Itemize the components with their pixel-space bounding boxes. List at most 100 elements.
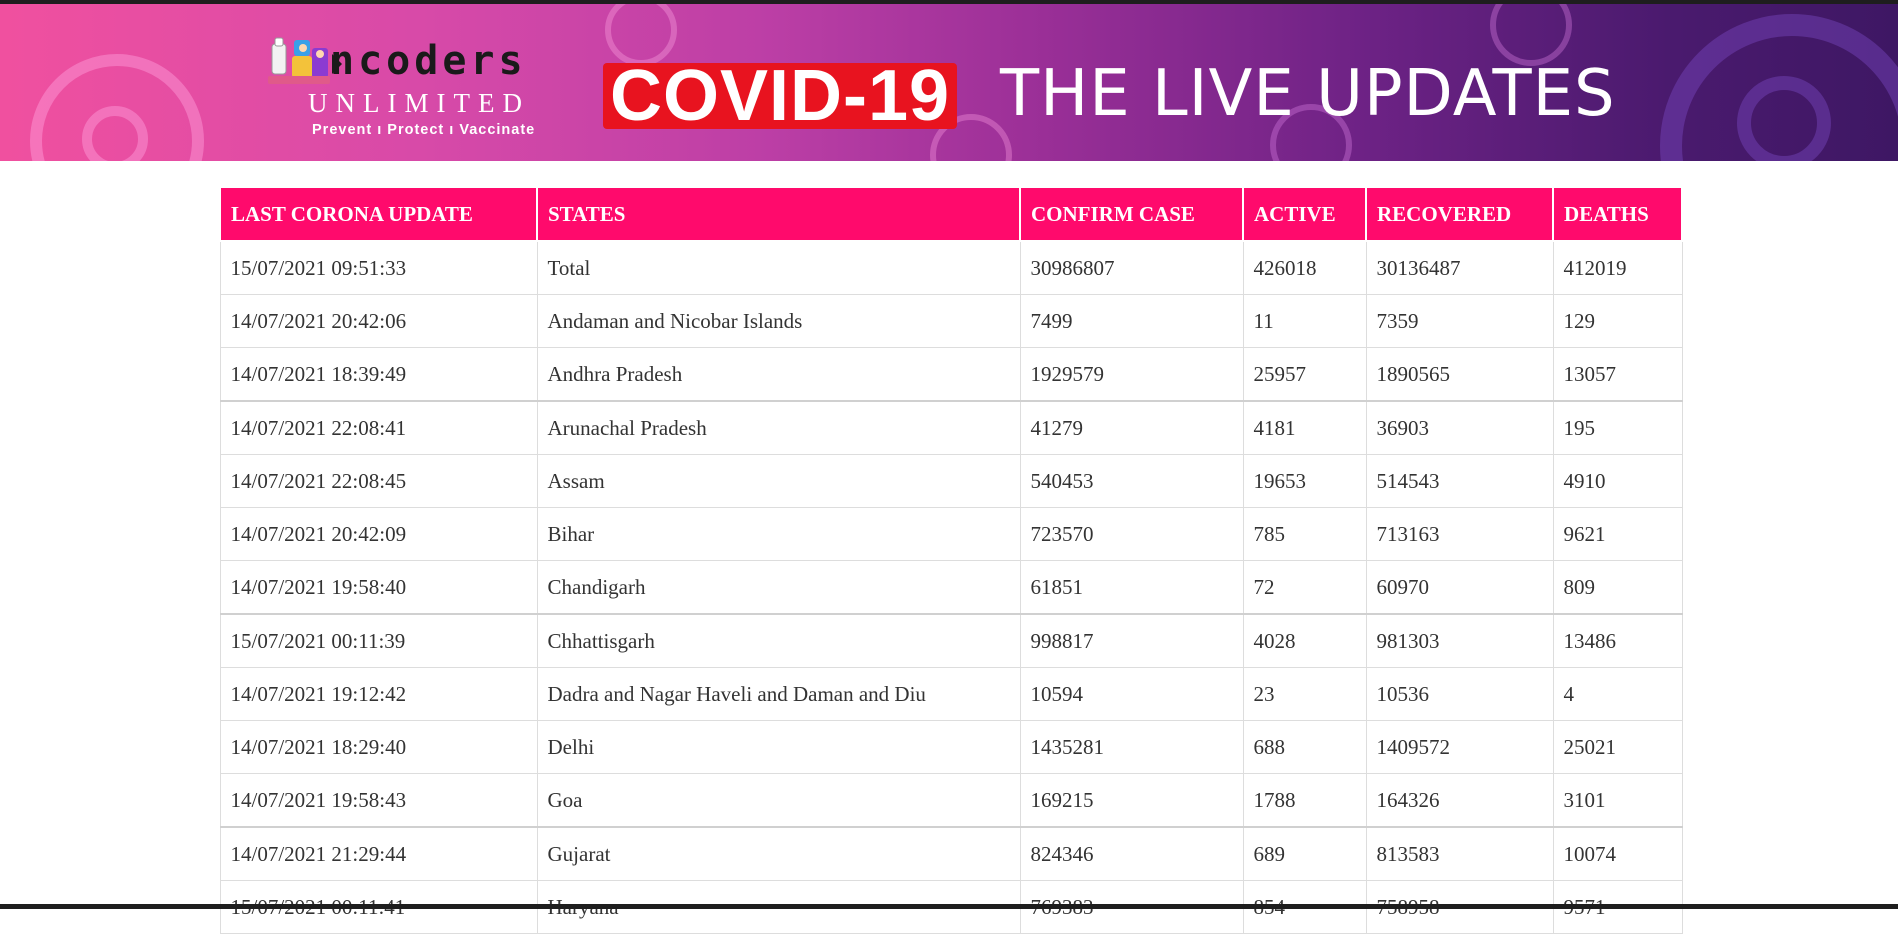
- cell-recovered: 60970: [1365, 560, 1554, 615]
- cell-confirm-case: 1929579: [1019, 347, 1244, 402]
- cell-recovered: 30136487: [1365, 240, 1554, 295]
- table-row: 14/07/2021 19:58:40 Chandigarh 61851 72 …: [219, 560, 1683, 615]
- cell-last-update: 14/07/2021 19:12:42: [219, 667, 538, 721]
- bottom-border: [0, 904, 1898, 909]
- table-row: 14/07/2021 19:12:42 Dadra and Nagar Have…: [219, 667, 1683, 721]
- cell-recovered: 164326: [1365, 773, 1554, 828]
- column-header-deaths: DEATHS: [1552, 186, 1683, 242]
- cell-recovered: 813583: [1365, 826, 1554, 881]
- column-header-confirm-case: CONFIRM CASE: [1019, 186, 1244, 242]
- covid-title-badge: COVID-19: [603, 56, 957, 136]
- covid-title: COVID-19: [609, 56, 951, 136]
- cell-state: Andhra Pradesh: [536, 347, 1021, 402]
- table-row: 14/07/2021 20:42:06 Andaman and Nicobar …: [219, 294, 1683, 348]
- cell-state: Assam: [536, 454, 1021, 508]
- cell-confirm-case: 7499: [1019, 294, 1244, 348]
- cell-active: 1788: [1242, 773, 1367, 828]
- cell-deaths: 129: [1552, 294, 1683, 348]
- cell-confirm-case: 1435281: [1019, 720, 1244, 774]
- cell-last-update: 14/07/2021 18:39:49: [219, 347, 538, 402]
- cell-recovered: 981303: [1365, 613, 1554, 668]
- table-row: 14/07/2021 18:29:40 Delhi 1435281 688 14…: [219, 720, 1683, 774]
- cell-confirm-case: 10594: [1019, 667, 1244, 721]
- virus-icon: [1660, 14, 1898, 161]
- cell-confirm-case: 998817: [1019, 613, 1244, 668]
- cell-last-update: 14/07/2021 20:42:09: [219, 507, 538, 561]
- cell-state: Gujarat: [536, 826, 1021, 881]
- cell-deaths: 4910: [1552, 454, 1683, 508]
- table-header-row: LAST CORONA UPDATE STATES CONFIRM CASE A…: [219, 186, 1683, 242]
- cell-recovered: 7359: [1365, 294, 1554, 348]
- site-logo[interactable]: ncoders UNLIMITED Prevent ı Protect ı Va…: [268, 30, 568, 140]
- table-row: 14/07/2021 22:08:45 Assam 540453 19653 5…: [219, 454, 1683, 508]
- cell-confirm-case: 723570: [1019, 507, 1244, 561]
- cell-active: 23: [1242, 667, 1367, 721]
- column-header-last-update: LAST CORONA UPDATE: [219, 186, 538, 242]
- cell-active: 785: [1242, 507, 1367, 561]
- cell-confirm-case: 824346: [1019, 826, 1244, 881]
- cell-active: 689: [1242, 826, 1367, 881]
- cell-last-update: 14/07/2021 22:08:41: [219, 400, 538, 455]
- cell-deaths: 195: [1552, 400, 1683, 455]
- logo-tagline: Prevent ı Protect ı Vaccinate: [312, 122, 536, 138]
- cell-last-update: 14/07/2021 21:29:44: [219, 826, 538, 881]
- cell-deaths: 809: [1552, 560, 1683, 615]
- cell-state: Chhattisgarh: [536, 613, 1021, 668]
- cell-recovered: 10536: [1365, 667, 1554, 721]
- cell-deaths: 10074: [1552, 826, 1683, 881]
- stats-table-container: LAST CORONA UPDATE STATES CONFIRM CASE A…: [219, 186, 1683, 934]
- cell-active: 426018: [1242, 240, 1367, 295]
- cell-recovered: 36903: [1365, 400, 1554, 455]
- cell-active: 72: [1242, 560, 1367, 615]
- table-row: 14/07/2021 21:29:44 Gujarat 824346 689 8…: [219, 826, 1683, 881]
- cell-active: 19653: [1242, 454, 1367, 508]
- cell-active: 688: [1242, 720, 1367, 774]
- cell-confirm-case: 540453: [1019, 454, 1244, 508]
- cell-confirm-case: 30986807: [1019, 240, 1244, 295]
- cell-recovered: 713163: [1365, 507, 1554, 561]
- cell-deaths: 412019: [1552, 240, 1683, 295]
- cell-last-update: 14/07/2021 19:58:40: [219, 560, 538, 615]
- cell-state: Dadra and Nagar Haveli and Daman and Diu: [536, 667, 1021, 721]
- cell-recovered: 1890565: [1365, 347, 1554, 402]
- cell-state: Total: [536, 240, 1021, 295]
- cell-deaths: 9621: [1552, 507, 1683, 561]
- cell-deaths: 13486: [1552, 613, 1683, 668]
- cell-last-update: 14/07/2021 20:42:06: [219, 294, 538, 348]
- logo-subtitle: UNLIMITED: [308, 88, 530, 118]
- live-updates-title: THE LIVE UPDATES: [1000, 57, 1616, 131]
- cell-last-update: 14/07/2021 22:08:45: [219, 454, 538, 508]
- cell-state: Delhi: [536, 720, 1021, 774]
- cell-state: Andaman and Nicobar Islands: [536, 294, 1021, 348]
- cell-confirm-case: 61851: [1019, 560, 1244, 615]
- cell-deaths: 13057: [1552, 347, 1683, 402]
- column-header-recovered: RECOVERED: [1365, 186, 1554, 242]
- cell-last-update: 15/07/2021 00:11:39: [219, 613, 538, 668]
- table-row: 14/07/2021 22:08:41 Arunachal Pradesh 41…: [219, 400, 1683, 455]
- table-row: 14/07/2021 20:42:09 Bihar 723570 785 713…: [219, 507, 1683, 561]
- table-row: 14/07/2021 18:39:49 Andhra Pradesh 19295…: [219, 347, 1683, 402]
- table-row: 15/07/2021 00:11:39 Chhattisgarh 998817 …: [219, 613, 1683, 668]
- covid-stats-table: LAST CORONA UPDATE STATES CONFIRM CASE A…: [219, 186, 1683, 934]
- cell-recovered: 514543: [1365, 454, 1554, 508]
- header-banner: ncoders UNLIMITED Prevent ı Protect ı Va…: [0, 4, 1898, 161]
- cell-active: 4181: [1242, 400, 1367, 455]
- column-header-states: STATES: [536, 186, 1021, 242]
- table-row: 15/07/2021 09:51:33 Total 30986807 42601…: [219, 240, 1683, 295]
- cell-last-update: 14/07/2021 18:29:40: [219, 720, 538, 774]
- cell-deaths: 4: [1552, 667, 1683, 721]
- cell-deaths: 3101: [1552, 773, 1683, 828]
- cell-deaths: 25021: [1552, 720, 1683, 774]
- cell-state: Bihar: [536, 507, 1021, 561]
- column-header-active: ACTIVE: [1242, 186, 1367, 242]
- cell-active: 4028: [1242, 613, 1367, 668]
- cell-state: Goa: [536, 773, 1021, 828]
- logo-wordmark: ncoders: [330, 38, 527, 84]
- cell-confirm-case: 169215: [1019, 773, 1244, 828]
- cell-confirm-case: 41279: [1019, 400, 1244, 455]
- cell-active: 25957: [1242, 347, 1367, 402]
- cell-recovered: 1409572: [1365, 720, 1554, 774]
- cell-state: Arunachal Pradesh: [536, 400, 1021, 455]
- cell-active: 11: [1242, 294, 1367, 348]
- table-row: 14/07/2021 19:58:43 Goa 169215 1788 1643…: [219, 773, 1683, 828]
